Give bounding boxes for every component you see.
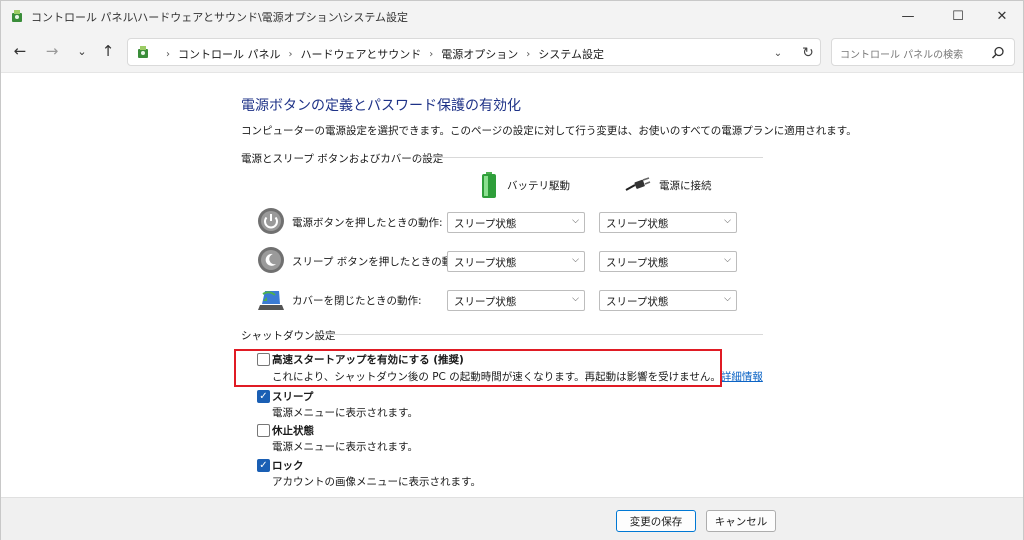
chevron-down-icon: ⌵ <box>724 255 731 265</box>
battery-column-label: バッテリ駆動 <box>507 179 570 192</box>
search-icon <box>991 46 1004 59</box>
chevron-down-icon: ⌵ <box>724 294 731 304</box>
close-button[interactable]: ✕ <box>979 1 1024 31</box>
save-changes-button[interactable]: 変更の保存 <box>616 510 696 532</box>
power-buttons-section-header: 電源とスリープ ボタンおよびカバーの設定 <box>241 153 444 165</box>
close-lid-battery-select[interactable]: スリープ状態 ⌵ <box>447 290 585 311</box>
arrow-right-icon: → <box>45 42 59 60</box>
recent-locations-button[interactable]: ⌄ <box>71 40 93 62</box>
forward-button[interactable]: → <box>41 40 63 62</box>
window-title: コントロール パネル\ハードウェアとサウンド\電源オプション\システム設定 <box>31 11 409 24</box>
title-bar: コントロール パネル\ハードウェアとサウンド\電源オプション\システム設定 — … <box>1 1 1023 31</box>
address-history-button[interactable]: ⌄ <box>770 45 786 61</box>
power-button-icon <box>258 208 284 234</box>
learn-more-link[interactable]: 詳細情報 <box>721 371 763 383</box>
chevron-down-icon: ⌄ <box>77 44 87 58</box>
select-value: スリープ状態 <box>454 296 517 308</box>
chevron-down-icon: ⌵ <box>572 294 579 304</box>
power-button-plugged-select[interactable]: スリープ状態 ⌵ <box>599 212 737 233</box>
sleep-checkbox[interactable]: ✓ <box>257 390 270 403</box>
section-divider <box>417 157 763 158</box>
footer-bar: 変更の保存 キャンセル <box>1 497 1023 540</box>
breadcrumb-item-control-panel[interactable]: コントロール パネル <box>178 46 281 62</box>
plugged-in-column-header: 電源に接続 <box>625 177 712 193</box>
select-value: スリープ状態 <box>454 218 517 230</box>
chevron-down-icon: ⌄ <box>773 47 783 59</box>
shutdown-section-header: シャットダウン設定 <box>241 330 336 342</box>
back-button[interactable]: ← <box>9 40 31 62</box>
page-title: 電源ボタンの定義とパスワード保護の有効化 <box>241 98 521 114</box>
address-bar[interactable]: › コントロール パネル › ハードウェアとサウンド › 電源オプション › シ… <box>127 38 821 66</box>
highlight-annotation <box>234 349 722 387</box>
breadcrumb: › コントロール パネル › ハードウェアとサウンド › 電源オプション › シ… <box>158 46 604 62</box>
cancel-button[interactable]: キャンセル <box>706 510 776 532</box>
control-panel-icon <box>12 10 22 22</box>
breadcrumb-item-system-settings[interactable]: システム設定 <box>538 46 604 62</box>
maximize-button[interactable]: ☐ <box>935 1 981 31</box>
power-button-action-label: 電源ボタンを押したときの動作: <box>292 217 443 229</box>
lock-option-title[interactable]: ロック <box>272 458 304 473</box>
sleep-button-action-label: スリープ ボタンを押したときの動作: <box>292 256 467 268</box>
up-button[interactable]: ↑ <box>97 40 119 62</box>
battery-column-header: バッテリ駆動 <box>481 171 570 199</box>
navigation-bar: ← → ⌄ ↑ › コントロール パネル › ハードウェアとサウンド › 電源オ… <box>1 31 1023 73</box>
battery-icon <box>482 172 496 198</box>
close-lid-action-label: カバーを閉じたときの動作: <box>292 295 422 307</box>
sleep-button-plugged-select[interactable]: スリープ状態 ⌵ <box>599 251 737 272</box>
plugged-in-column-label: 電源に接続 <box>659 179 712 192</box>
checkmark-icon: ✓ <box>259 459 268 471</box>
control-panel-window: コントロール パネル\ハードウェアとサウンド\電源オプション\システム設定 — … <box>0 0 1024 540</box>
sleep-option-description: 電源メニューに表示されます。 <box>272 407 418 419</box>
main-content: 電源ボタンの定義とパスワード保護の有効化 コンピューターの電源設定を選択できます… <box>241 73 857 497</box>
chevron-right-icon: › <box>166 48 170 60</box>
minimize-button[interactable]: — <box>885 1 931 31</box>
lock-checkbox[interactable]: ✓ <box>257 459 270 472</box>
hibernate-option-description: 電源メニューに表示されます。 <box>272 441 418 453</box>
section-divider <box>325 334 763 335</box>
page-description: コンピューターの電源設定を選択できます。このページの設定に対して行う変更は、お使… <box>241 125 857 137</box>
sleep-button-battery-select[interactable]: スリープ状態 ⌵ <box>447 251 585 272</box>
hibernate-checkbox[interactable] <box>257 424 270 437</box>
close-icon: ✕ <box>996 8 1008 24</box>
chevron-down-icon: ⌵ <box>572 255 579 265</box>
laptop-lid-icon <box>258 291 284 310</box>
select-value: スリープ状態 <box>606 257 669 269</box>
search-input[interactable]: コントロール パネルの検索 <box>831 38 1015 66</box>
select-value: スリープ状態 <box>606 218 669 230</box>
hibernate-option-title[interactable]: 休止状態 <box>272 423 314 438</box>
chevron-down-icon: ⌵ <box>724 216 731 226</box>
select-value: スリープ状態 <box>606 296 669 308</box>
control-panel-icon <box>138 46 148 58</box>
maximize-icon: ☐ <box>952 8 964 24</box>
sleep-option-title[interactable]: スリープ <box>272 389 313 404</box>
lock-option-description: アカウントの画像メニューに表示されます。 <box>272 476 481 488</box>
chevron-down-icon: ⌵ <box>572 216 579 226</box>
chevron-right-icon[interactable]: › <box>429 49 433 60</box>
select-value: スリープ状態 <box>454 257 517 269</box>
arrow-left-icon: ← <box>13 42 27 60</box>
power-plug-icon <box>625 177 651 191</box>
minimize-icon: — <box>901 8 915 24</box>
chevron-right-icon[interactable]: › <box>526 49 530 60</box>
refresh-icon: ↻ <box>802 45 814 61</box>
close-lid-plugged-select[interactable]: スリープ状態 ⌵ <box>599 290 737 311</box>
chevron-right-icon[interactable]: › <box>289 49 293 60</box>
refresh-button[interactable]: ↻ <box>798 43 818 63</box>
breadcrumb-item-hardware-sound[interactable]: ハードウェアとサウンド <box>301 46 422 62</box>
breadcrumb-item-power-options[interactable]: 電源オプション <box>441 46 518 62</box>
arrow-up-icon: ↑ <box>101 42 115 60</box>
sleep-button-icon <box>258 247 284 273</box>
search-placeholder: コントロール パネルの検索 <box>840 50 964 61</box>
power-button-battery-select[interactable]: スリープ状態 ⌵ <box>447 212 585 233</box>
checkmark-icon: ✓ <box>259 390 268 402</box>
